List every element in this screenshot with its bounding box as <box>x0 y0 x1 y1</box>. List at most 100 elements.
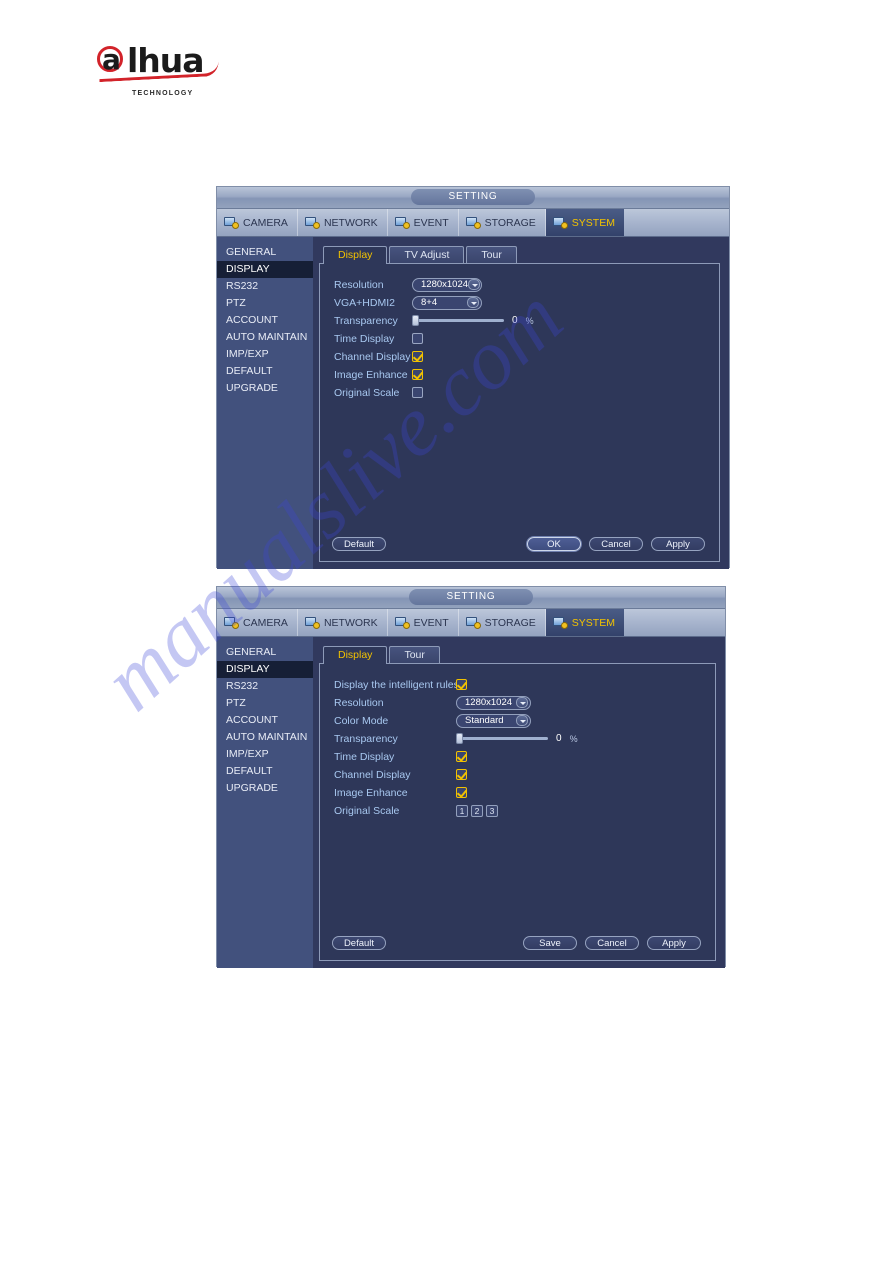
chevron-down-icon[interactable] <box>467 297 479 308</box>
chevron-down-icon[interactable] <box>468 279 481 290</box>
tab-camera-label: CAMERA <box>243 616 288 629</box>
tab-storage-label: STORAGE <box>484 216 536 229</box>
setting-dialog-1: SETTING CAMERA NETWORK EVENT STORAGE SYS… <box>216 186 730 569</box>
row-intelligent-rules: Display the intelligent rules <box>334 676 715 693</box>
slider-knob[interactable] <box>456 733 463 744</box>
slider-track <box>456 737 548 740</box>
cancel-button[interactable]: Cancel <box>589 537 643 551</box>
transparency-slider[interactable] <box>456 733 548 744</box>
sidebar-item-upgrade[interactable]: UPGRADE <box>217 780 313 797</box>
dialog1-footer: Default OK Cancel Apply <box>320 537 719 551</box>
sidebar-item-display[interactable]: DISPLAY <box>217 661 313 678</box>
apply-button[interactable]: Apply <box>647 936 701 950</box>
transparency-slider[interactable] <box>412 315 504 326</box>
tab-network[interactable]: NETWORK <box>298 209 388 236</box>
resolution-value: 1280x1024 <box>465 697 513 708</box>
original-scale-label: Original Scale <box>334 804 400 817</box>
system-icon <box>552 616 568 629</box>
subtab-tv-adjust[interactable]: TV Adjust <box>389 246 465 263</box>
original-scale-checkbox[interactable] <box>412 387 423 398</box>
original-scale-option-2[interactable]: 2 <box>471 804 483 817</box>
transparency-unit: % <box>525 315 534 326</box>
dialog1-title: SETTING <box>411 189 535 205</box>
chevron-down-icon[interactable] <box>516 715 528 726</box>
original-scale-option-3[interactable]: 3 <box>486 804 498 817</box>
row-transparency: Transparency 0 % <box>334 730 715 747</box>
camera-icon <box>224 616 239 629</box>
resolution-select[interactable]: 1280x1024 <box>412 277 482 292</box>
slider-track <box>412 319 504 322</box>
time-display-checkbox[interactable] <box>412 333 423 344</box>
dialog2-body: GENERAL DISPLAY RS232 PTZ ACCOUNT AUTO M… <box>217 637 725 968</box>
image-enhance-checkbox[interactable] <box>412 369 423 380</box>
color-mode-label: Color Mode <box>334 714 389 727</box>
subtab-tour[interactable]: Tour <box>466 246 517 263</box>
logo-subtitle: TECHNOLOGY <box>132 90 194 97</box>
tab-storage[interactable]: STORAGE <box>459 209 546 236</box>
dialog1-subtabs: Display TV Adjust Tour <box>319 245 720 264</box>
resolution-select[interactable]: 1280x1024 <box>456 695 531 710</box>
channel-display-checkbox[interactable] <box>456 769 467 780</box>
save-button[interactable]: Save <box>523 936 577 950</box>
default-button[interactable]: Default <box>332 936 386 950</box>
tab-event[interactable]: EVENT <box>388 609 459 636</box>
original-scale-option-1[interactable]: 1 <box>456 804 468 817</box>
tab-network[interactable]: NETWORK <box>298 609 388 636</box>
sidebar-item-rs232[interactable]: RS232 <box>217 678 313 695</box>
sidebar-item-imp-exp[interactable]: IMP/EXP <box>217 346 313 363</box>
logo-wordmark: a lhua TECHNOLOGY <box>97 43 247 97</box>
tab-camera[interactable]: CAMERA <box>217 609 298 636</box>
sidebar-item-auto-maintain[interactable]: AUTO MAINTAIN <box>217 329 313 346</box>
intelligent-rules-checkbox[interactable] <box>456 679 467 690</box>
sidebar-item-default[interactable]: DEFAULT <box>217 763 313 780</box>
cancel-button[interactable]: Cancel <box>585 936 639 950</box>
sidebar-item-account[interactable]: ACCOUNT <box>217 712 313 729</box>
dialog1-tabbar: CAMERA NETWORK EVENT STORAGE SYSTEM <box>217 209 729 237</box>
ok-button[interactable]: OK <box>527 537 581 551</box>
row-image-enhance: Image Enhance <box>334 366 719 383</box>
original-scale-label: Original Scale <box>334 386 400 399</box>
sidebar-item-general[interactable]: GENERAL <box>217 244 313 261</box>
tab-camera[interactable]: CAMERA <box>217 209 298 236</box>
sidebar-item-upgrade[interactable]: UPGRADE <box>217 380 313 397</box>
sidebar-item-default[interactable]: DEFAULT <box>217 363 313 380</box>
tab-storage[interactable]: STORAGE <box>459 609 546 636</box>
channel-display-checkbox[interactable] <box>412 351 423 362</box>
dahua-logo: a lhua TECHNOLOGY <box>97 43 247 97</box>
time-display-checkbox[interactable] <box>456 751 467 762</box>
row-time-display: Time Display <box>334 330 719 347</box>
resolution-value: 1280x1024 <box>421 279 469 290</box>
subtab-display[interactable]: Display <box>323 646 388 664</box>
color-mode-select[interactable]: Standard <box>456 713 531 728</box>
row-resolution: Resolution 1280x1024 <box>334 276 719 293</box>
chevron-down-icon[interactable] <box>516 697 528 708</box>
sidebar-item-general[interactable]: GENERAL <box>217 644 313 661</box>
apply-button[interactable]: Apply <box>651 537 705 551</box>
row-transparency: Transparency 0 % <box>334 312 719 329</box>
image-enhance-checkbox[interactable] <box>456 787 467 798</box>
tab-system[interactable]: SYSTEM <box>545 209 624 236</box>
vga-hdmi2-select[interactable]: 8+4 <box>412 295 482 310</box>
tab-event[interactable]: EVENT <box>388 209 459 236</box>
sidebar-item-account[interactable]: ACCOUNT <box>217 312 313 329</box>
dialog1-titlebar: SETTING <box>217 187 729 209</box>
event-icon <box>394 216 410 229</box>
sidebar-item-ptz[interactable]: PTZ <box>217 695 313 712</box>
tab-system[interactable]: SYSTEM <box>545 609 624 636</box>
subtab-tour[interactable]: Tour <box>389 646 440 663</box>
sidebar-item-display[interactable]: DISPLAY <box>217 261 313 278</box>
sidebar-item-auto-maintain[interactable]: AUTO MAINTAIN <box>217 729 313 746</box>
resolution-label: Resolution <box>334 278 384 291</box>
default-button[interactable]: Default <box>332 537 386 551</box>
sidebar-item-ptz[interactable]: PTZ <box>217 295 313 312</box>
tab-network-label: NETWORK <box>323 616 378 629</box>
sidebar-item-rs232[interactable]: RS232 <box>217 278 313 295</box>
tabbar-filler <box>624 209 729 236</box>
subtab-display[interactable]: Display <box>323 246 388 264</box>
slider-knob[interactable] <box>412 315 419 326</box>
row-image-enhance: Image Enhance <box>334 784 715 801</box>
sidebar-item-imp-exp[interactable]: IMP/EXP <box>217 746 313 763</box>
image-enhance-label: Image Enhance <box>334 368 408 381</box>
intelligent-rules-label: Display the intelligent rules <box>334 678 459 691</box>
dialog1-sidebar: GENERAL DISPLAY RS232 PTZ ACCOUNT AUTO M… <box>217 237 313 569</box>
